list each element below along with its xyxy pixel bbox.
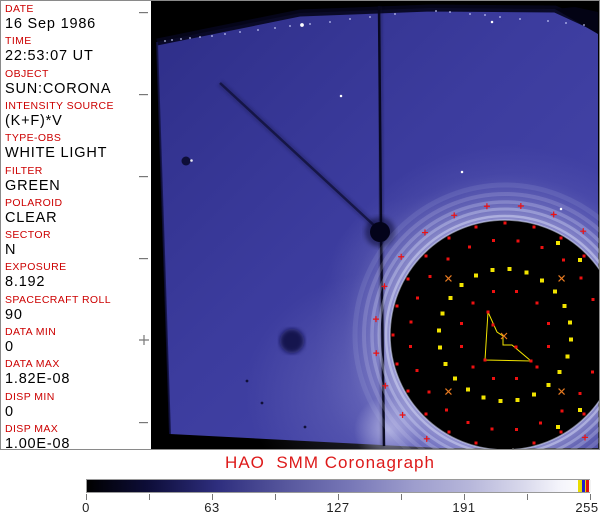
field-label: DISP MIN [5,390,55,403]
field-value: GREEN [5,177,61,194]
footer: HAO SMM Coronagraph 0 63 127 191 255 [0,450,600,515]
field-label: SPACECRAFT ROLL [5,293,111,306]
field-label: SECTOR [5,229,51,242]
field-value: CLEAR [5,209,58,226]
field-label: DATA MAX [5,358,60,371]
field-value: 1.82E-08 [5,371,71,388]
colorbar-tick [527,494,528,500]
field-label: POLAROID [5,196,63,209]
metadata-row: FILTER GREEN [5,164,150,193]
field-label: TYPE-OBS [5,132,62,145]
field-value: 0 [5,403,14,420]
metadata-row: OBJECT SUN:CORONA [5,67,150,96]
field-label: OBJECT [5,67,49,80]
colorbar-scale-label: 255 [575,500,599,515]
metadata-row: TYPE-OBS WHITE LIGHT [5,132,150,161]
field-value: WHITE LIGHT [5,145,108,162]
field-value: 0 [5,339,14,355]
metadata-row: SPACECRAFT ROLL 90 [5,293,150,322]
colorbar [86,479,591,493]
colorbar-gradient [87,480,589,492]
field-label: DISP MAX [5,422,59,435]
metadata-row: DATA MAX 1.82E-08 [5,358,150,387]
metadata-row: POLAROID CLEAR [5,196,150,225]
field-value: 8.192 [5,274,46,291]
field-label: EXPOSURE [5,261,67,274]
colorbar-tick [149,494,150,500]
metadata-row: DISP MAX 1.00E-08 [5,422,150,451]
field-value: SUN:CORONA [5,80,112,97]
field-value: (K+F)*V [5,112,63,129]
field-value: 90 [5,306,23,323]
colorbar-scale-label: 191 [452,500,476,515]
colorbar-stripe [589,480,591,492]
field-label: FILTER [5,164,43,177]
field-label: DATE [5,3,34,15]
plot-title: HAO SMM Coronagraph [225,453,435,472]
field-value: N [5,242,17,259]
colorbar-scale-label: 0 [82,500,90,515]
smm-coronagraph-viewer: { "window": {"frame_color": "#8a8a8a", "… [0,0,600,515]
metadata-row: DATE 16 Sep 1986 [5,3,150,32]
metadata-row: EXPOSURE 8.192 [5,261,150,290]
dust-spot-center [280,329,304,353]
field-label: INTENSITY SOURCE [5,99,114,112]
metadata-row: DISP MIN 0 [5,390,150,419]
metadata-panel: DATE 16 Sep 1986 TIME 22:53:07 UT OBJECT SUN:… [0,0,150,452]
field-value: 22:53:07 UT [5,48,94,65]
metadata-row: DATA MIN 0 [5,326,150,355]
colorbar-scale-label: 63 [204,500,220,515]
field-value: 16 Sep 1986 [5,16,97,32]
colorbar-tick [275,494,276,500]
dust-spot-highlight [190,159,193,162]
field-label: DATA MIN [5,326,57,338]
metadata-row: SECTOR N [5,229,150,258]
metadata-row: TIME 22:53:07 UT [5,35,150,64]
dust-spot-left [181,156,191,166]
field-label: TIME [5,35,32,48]
colorbar-scale-label: 127 [326,500,350,515]
colorbar-tick [401,494,402,500]
metadata-row: INTENSITY SOURCE (K+F)*V [5,99,150,128]
